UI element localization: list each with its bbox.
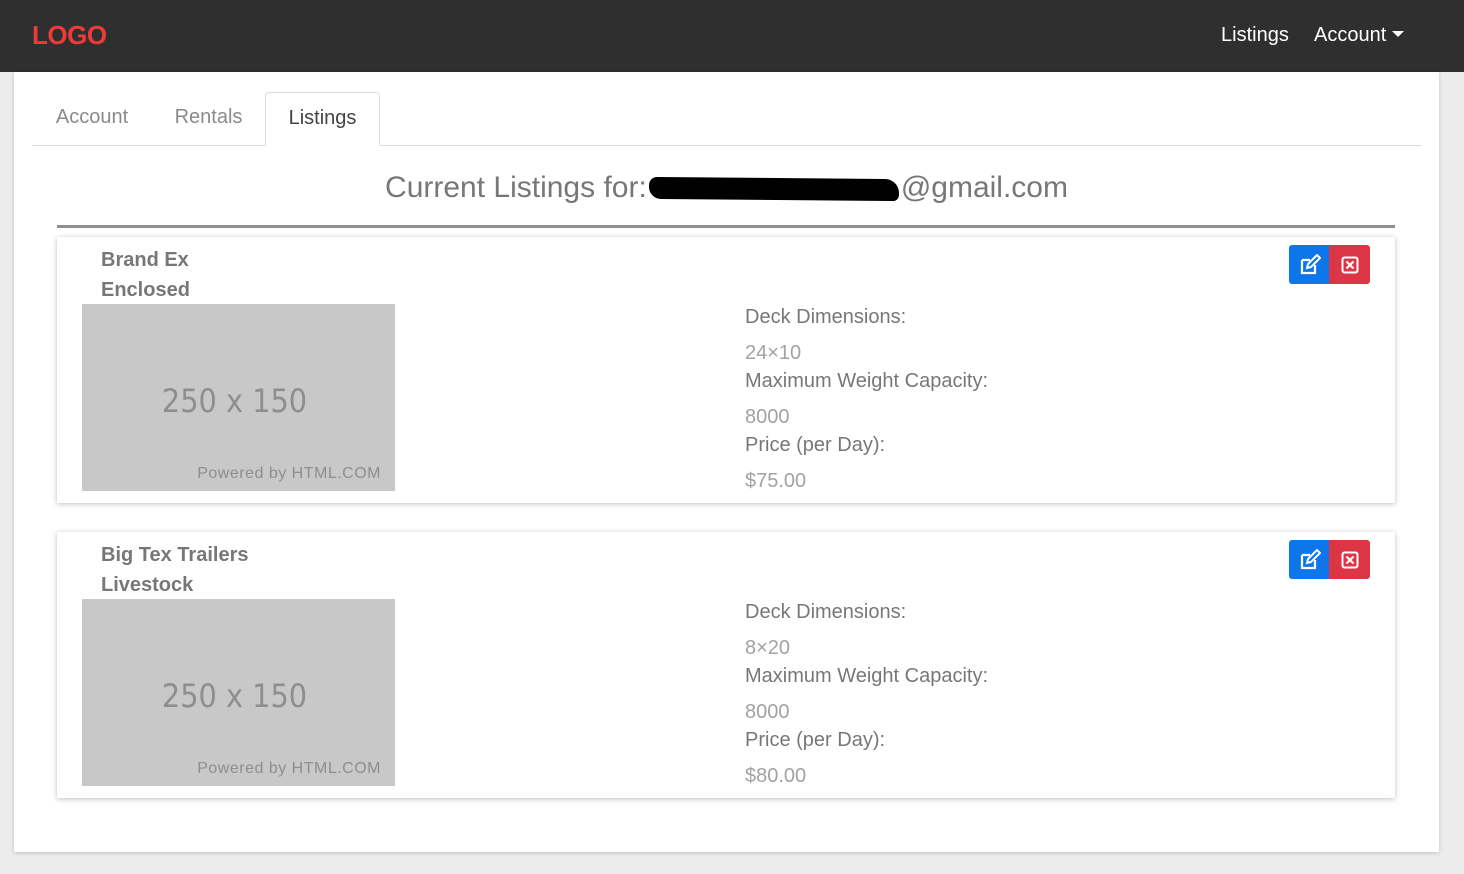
listing-card: Big Tex Trailers Livestock 250 x 150 Pow… xyxy=(57,532,1395,798)
logo[interactable]: LOGO xyxy=(32,20,107,51)
listing-image-placeholder: 250 x 150 Powered by HTML.COM xyxy=(82,304,395,491)
tab-account[interactable]: Account xyxy=(32,92,152,144)
weight-capacity-label: Maximum Weight Capacity: xyxy=(745,665,989,687)
listing-type: Enclosed xyxy=(101,279,190,301)
caret-down-icon xyxy=(1392,31,1405,37)
edit-icon xyxy=(1300,253,1321,274)
redacted-email xyxy=(648,176,899,202)
navbar: LOGO Listings Account xyxy=(0,0,1464,72)
weight-capacity-label: Maximum Weight Capacity: xyxy=(745,370,989,392)
listing-type: Livestock xyxy=(101,574,194,596)
nav-link-listings[interactable]: Listings xyxy=(1221,24,1289,47)
placeholder-powered-text: Powered by HTML.COM xyxy=(197,760,381,777)
edit-button[interactable] xyxy=(1289,540,1330,579)
page-title: Current Listings for: @gmail.com xyxy=(14,171,1439,205)
price-value: $80.00 xyxy=(745,765,807,787)
listing-brand: Big Tex Trailers xyxy=(101,544,249,566)
heading-divider xyxy=(57,225,1395,228)
page-title-prefix: Current Listings for: xyxy=(385,171,647,204)
nav-account-label: Account xyxy=(1314,24,1387,46)
page-title-email-suffix: @gmail.com xyxy=(900,171,1068,204)
listing-brand: Brand Ex xyxy=(101,249,189,271)
delete-button[interactable] xyxy=(1329,245,1370,284)
placeholder-size-text: 250 x 150 xyxy=(161,677,308,715)
deck-dimensions-value: 8×20 xyxy=(745,637,791,659)
deck-dimensions-label: Deck Dimensions: xyxy=(745,601,907,623)
placeholder-powered-text: Powered by HTML.COM xyxy=(197,465,381,482)
price-value: $75.00 xyxy=(745,470,807,492)
tab-rentals[interactable]: Rentals xyxy=(152,92,265,144)
listing-specs: Deck Dimensions: 24×10 Maximum Weight Ca… xyxy=(745,303,988,495)
listing-image-placeholder: 250 x 150 Powered by HTML.COM xyxy=(82,599,395,786)
listing-card: Brand Ex Enclosed 250 x 150 Powered by H… xyxy=(57,237,1395,503)
listing-specs: Deck Dimensions: 8×20 Maximum Weight Cap… xyxy=(745,598,988,790)
tab-listings[interactable]: Listings xyxy=(265,92,380,146)
close-icon xyxy=(1341,256,1358,273)
weight-capacity-value: 8000 xyxy=(745,701,790,723)
tab-bar: Account Rentals Listings xyxy=(32,92,1421,146)
close-icon xyxy=(1341,551,1358,568)
edit-icon xyxy=(1300,548,1321,569)
deck-dimensions-value: 24×10 xyxy=(745,342,802,364)
deck-dimensions-label: Deck Dimensions: xyxy=(745,306,907,328)
main-panel: Account Rentals Listings Current Listing… xyxy=(14,72,1439,852)
nav-account-dropdown[interactable]: Account xyxy=(1314,24,1405,47)
edit-button[interactable] xyxy=(1289,245,1330,284)
price-label: Price (per Day): xyxy=(745,729,886,751)
price-label: Price (per Day): xyxy=(745,434,886,456)
delete-button[interactable] xyxy=(1329,540,1370,579)
weight-capacity-value: 8000 xyxy=(745,406,790,428)
placeholder-size-text: 250 x 150 xyxy=(161,382,308,420)
